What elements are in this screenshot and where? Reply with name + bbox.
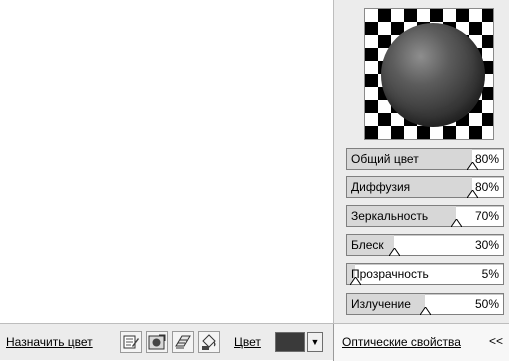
slider-thumb[interactable] — [466, 190, 478, 198]
material-library-icon — [148, 334, 166, 350]
slider-gloss[interactable]: Блеск 30% — [346, 234, 504, 256]
slider-thumb[interactable] — [420, 307, 431, 315]
slider-label: Прозрачность — [351, 267, 429, 281]
slider-label: Излучение — [351, 297, 411, 311]
tab-optical-properties[interactable]: Оптические свойства << — [333, 324, 509, 361]
preview-sphere — [381, 23, 485, 127]
slider-label: Диффузия — [351, 180, 411, 194]
slider-emission[interactable]: Излучение 50% — [346, 293, 504, 315]
edit-material-icon — [123, 335, 139, 349]
texture-button[interactable] — [172, 331, 194, 353]
slider-thumb[interactable] — [388, 248, 400, 256]
color-swatch[interactable] — [275, 332, 305, 352]
slider-value: 30% — [474, 238, 499, 252]
slider-specularity[interactable]: Зеркальность 70% — [346, 205, 504, 227]
material-preview — [364, 8, 494, 140]
slider-value: 5% — [481, 267, 499, 281]
slider-thumb[interactable] — [349, 277, 361, 285]
slider-overall-color[interactable]: Общий цвет 80% — [346, 148, 504, 170]
optical-properties-panel: Общий цвет 80% Диффузия 80% Зеркальность… — [333, 0, 509, 324]
paint-bucket-button[interactable] — [198, 331, 220, 353]
slider-label: Общий цвет — [351, 152, 419, 166]
slider-diffusion[interactable]: Диффузия 80% — [346, 176, 504, 198]
edit-material-button[interactable] — [120, 331, 142, 353]
slider-label: Зеркальность — [351, 209, 429, 223]
collapse-panel-button[interactable]: << — [489, 334, 503, 348]
paint-bucket-icon — [202, 334, 216, 350]
slider-thumb[interactable] — [451, 219, 463, 227]
material-library-button[interactable] — [146, 331, 168, 353]
slider-thumb[interactable] — [466, 162, 478, 170]
texture-icon — [175, 335, 191, 349]
optical-properties-tab-label: Оптические свойства — [342, 335, 461, 349]
slider-transparency[interactable]: Прозрачность 5% — [346, 263, 504, 285]
slider-label: Блеск — [351, 238, 384, 252]
color-label: Цвет — [234, 335, 261, 349]
slider-value: 80% — [474, 152, 499, 166]
assign-color-label[interactable]: Назначить цвет — [6, 335, 93, 349]
chevron-down-icon: ▼ — [310, 337, 320, 347]
slider-value: 50% — [474, 297, 499, 311]
bottom-toolbar: Назначить цвет Цвет ▼ Оптические свойств… — [0, 323, 509, 361]
slider-value: 80% — [474, 180, 499, 194]
color-dropdown-button[interactable]: ▼ — [307, 332, 323, 352]
slider-value: 70% — [474, 209, 499, 223]
